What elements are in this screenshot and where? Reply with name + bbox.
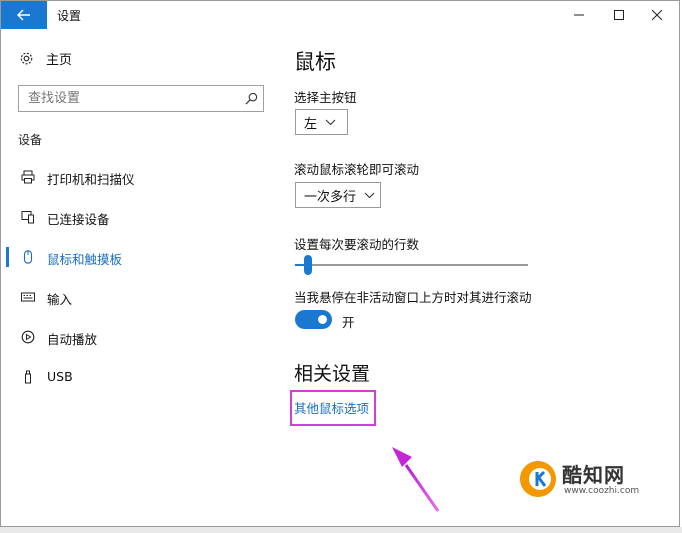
scroll-wheel-select[interactable]: 一次多行 [295, 182, 381, 208]
sidebar: 主页 设备 打印机和扫描仪 [1, 29, 276, 519]
maximize-button[interactable] [599, 1, 639, 29]
mouse-icon [23, 250, 33, 264]
page-title: 鼠标 [294, 50, 336, 74]
section-label-devices: 设备 [18, 133, 43, 147]
scroll-wheel-value: 一次多行 [304, 189, 357, 205]
selected-indicator [6, 247, 9, 267]
sidebar-item-label: 鼠标和触摸板 [47, 252, 123, 267]
inactive-scroll-state: 开 [342, 315, 355, 330]
back-button[interactable] [1, 1, 47, 29]
maximize-icon [614, 10, 624, 20]
minimize-icon [574, 14, 584, 16]
sidebar-item-typing[interactable]: 输入 [1, 277, 276, 317]
sidebar-item-label: 自动播放 [47, 332, 98, 347]
title-bar: 设置 [1, 1, 679, 29]
settings-window: 设置 主页 设备 [0, 0, 680, 527]
lines-slider-thumb[interactable] [303, 255, 312, 275]
sidebar-item-label: 打印机和扫描仪 [47, 172, 135, 187]
search-box[interactable] [18, 85, 264, 112]
printer-icon [21, 170, 35, 184]
connected-devices-icon [21, 211, 34, 224]
close-icon [652, 10, 662, 20]
sidebar-home-label: 主页 [46, 53, 73, 68]
primary-button-value: 左 [304, 116, 318, 132]
back-arrow-icon [17, 9, 30, 21]
chevron-down-icon [364, 192, 375, 198]
sidebar-item-connected-devices[interactable]: 已连接设备 [1, 197, 276, 237]
sidebar-item-label: USB [47, 369, 73, 384]
watermark-name: 酷知网 [562, 463, 625, 487]
search-icon [245, 92, 257, 105]
search-input[interactable] [19, 86, 239, 111]
sidebar-item-label: 输入 [47, 292, 73, 307]
inactive-scroll-toggle[interactable] [295, 310, 332, 329]
minimize-button[interactable] [559, 1, 599, 29]
bottom-strip [0, 527, 682, 533]
lines-slider-track[interactable] [295, 264, 528, 266]
search-button[interactable] [239, 87, 263, 111]
sidebar-item-mouse-touchpad[interactable]: 鼠标和触摸板 [1, 237, 276, 277]
sidebar-item-autoplay[interactable]: 自动播放 [1, 317, 276, 357]
gear-icon [20, 52, 33, 65]
lines-slider-fill [295, 264, 304, 266]
window-title: 设置 [57, 9, 82, 23]
chevron-down-icon [325, 119, 336, 125]
sidebar-item-printers[interactable]: 打印机和扫描仪 [1, 157, 276, 197]
scroll-wheel-label: 滚动鼠标滚轮即可滚动 [294, 162, 420, 177]
sidebar-home[interactable]: 主页 [19, 49, 72, 68]
keyboard-icon [21, 292, 35, 302]
sidebar-item-usb[interactable]: USB [1, 357, 276, 397]
additional-mouse-options-link[interactable]: 其他鼠标选项 [294, 398, 369, 417]
main-content: 鼠标 选择主按钮 左 滚动鼠标滚轮即可滚动 一次多行 设置每次要滚动的行数 当我… [290, 29, 674, 509]
watermark-logo-icon [520, 461, 556, 497]
autoplay-icon [21, 330, 35, 344]
primary-button-select[interactable]: 左 [295, 109, 348, 135]
watermark: 酷知网 www.coozhi.com [520, 459, 660, 501]
toggle-knob [318, 315, 327, 324]
lines-to-scroll-label: 设置每次要滚动的行数 [294, 237, 420, 252]
inactive-scroll-label: 当我悬停在非活动窗口上方时对其进行滚动 [294, 290, 532, 305]
close-button[interactable] [637, 1, 677, 29]
primary-button-label: 选择主按钮 [294, 90, 357, 105]
usb-icon [25, 370, 31, 384]
sidebar-item-label: 已连接设备 [47, 212, 110, 227]
related-settings-title: 相关设置 [294, 363, 371, 385]
watermark-url: www.coozhi.com [564, 486, 640, 496]
annotation-arrow [392, 447, 440, 512]
